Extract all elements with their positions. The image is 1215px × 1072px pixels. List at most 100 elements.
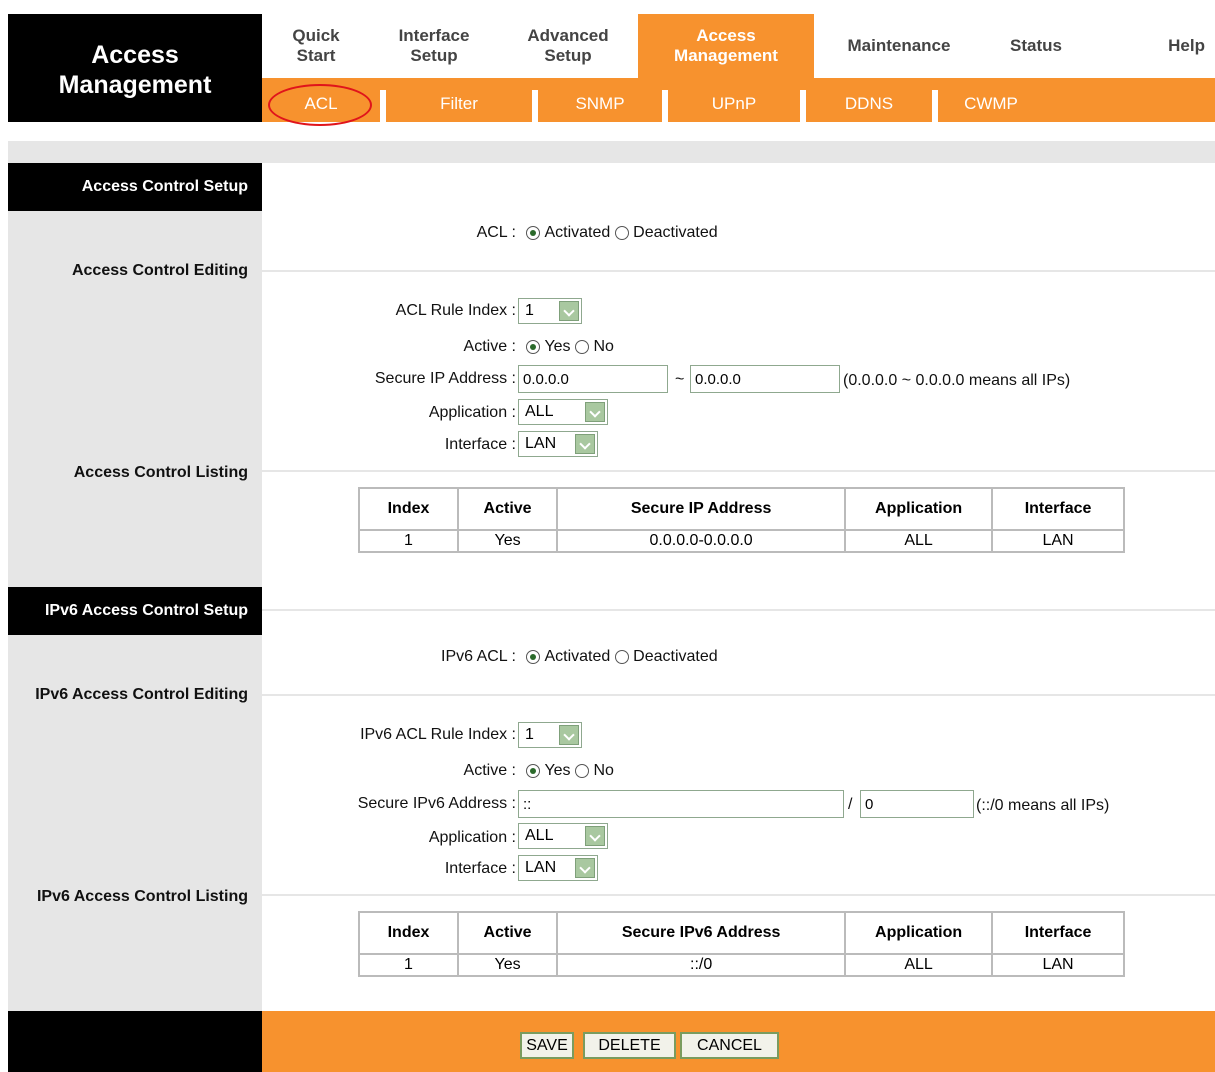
menu-advanced-setup[interactable]: Advanced Setup: [498, 14, 638, 78]
tab-cwmp[interactable]: CWMP: [938, 86, 1044, 122]
menu-quick-start[interactable]: Quick Start: [262, 14, 370, 78]
ipv6-prefix-length-input[interactable]: [860, 790, 974, 818]
menu-help[interactable]: Help: [1088, 14, 1215, 78]
page-title: Access Management: [8, 40, 262, 100]
label-ipv6-access-control-editing: IPv6 Access Control Editing: [35, 686, 248, 703]
table-cell: 1: [359, 954, 458, 976]
chevron-down-icon: [575, 434, 595, 454]
select-value: ALL: [525, 827, 554, 844]
secure-ip-start-input[interactable]: [518, 365, 668, 393]
menu-label: Quick: [292, 26, 340, 45]
menu-maintenance[interactable]: Maintenance: [814, 14, 984, 78]
ipv6-active-no-radio[interactable]: [575, 764, 590, 778]
tab-acl[interactable]: ACL: [262, 86, 380, 122]
table-cell: ALL: [845, 530, 993, 552]
page-title-line1: Access: [91, 41, 179, 69]
table-cell: 0.0.0.0-0.0.0.0: [557, 530, 846, 552]
secure-ipv6-hint: (::/0 means all IPs): [976, 797, 1110, 814]
menu-label: Advanced: [527, 26, 609, 45]
page-header-title-block: Access Management: [8, 14, 262, 122]
secure-ip-end-input[interactable]: [690, 365, 840, 393]
sub-menu: ACL Filter SNMP UPnP DDNS CWMP: [262, 78, 1215, 122]
radio-label: Yes: [544, 762, 571, 779]
menu-label: Access: [696, 26, 756, 45]
delete-button[interactable]: DELETE: [583, 1032, 676, 1059]
acl-active-group: Yes No: [526, 338, 614, 356]
save-button[interactable]: SAVE: [520, 1032, 574, 1059]
menu-interface-setup[interactable]: Interface Setup: [370, 14, 498, 78]
column-header: Index: [359, 912, 458, 954]
secure-ip-hint: (0.0.0.0 ~ 0.0.0.0 means all IPs): [843, 372, 1071, 389]
menu-label: Maintenance: [847, 36, 951, 55]
select-value: 1: [525, 302, 534, 319]
ipv6-active-label: Active :: [463, 762, 516, 779]
tab-label: CWMP: [964, 94, 1018, 113]
acl-label: ACL :: [476, 224, 516, 241]
chevron-down-icon: [585, 402, 605, 422]
acl-activated-radio[interactable]: [526, 226, 540, 240]
ipv6-rule-index-select[interactable]: 1: [518, 722, 582, 748]
acl-rule-index-select[interactable]: 1: [518, 298, 582, 324]
menu-access-management[interactable]: Access Management: [638, 14, 814, 78]
column-header: Application: [845, 912, 993, 954]
ipv6-application-select[interactable]: ALL: [518, 823, 608, 849]
cancel-button[interactable]: CANCEL: [680, 1032, 779, 1059]
divider: [262, 894, 1215, 896]
prefix-separator: /: [848, 796, 853, 813]
ipv6-acl-deactivated-radio[interactable]: [614, 650, 629, 664]
ipv6-acl-list-table: Index Active Secure IPv6 Address Applica…: [358, 911, 1125, 977]
tab-label: ACL: [304, 94, 338, 113]
tab-upnp[interactable]: UPnP: [668, 86, 800, 122]
table-cell: ::/0: [557, 954, 846, 976]
menu-label: Setup: [544, 46, 592, 65]
tab-label: Filter: [440, 94, 478, 113]
acl-interface-select[interactable]: LAN: [518, 431, 598, 457]
chevron-down-icon: [559, 725, 579, 745]
chevron-down-icon: [559, 301, 579, 321]
table-row: 1 Yes 0.0.0.0-0.0.0.0 ALL LAN: [359, 530, 1124, 552]
tab-snmp[interactable]: SNMP: [538, 86, 662, 122]
menu-label: Management: [674, 46, 778, 65]
ipv6-acl-status-group: Activated Deactivated: [526, 648, 718, 666]
select-value: LAN: [525, 435, 557, 452]
table-header-row: Index Active Secure IPv6 Address Applica…: [359, 912, 1124, 954]
acl-deactivated-radio[interactable]: [614, 226, 629, 240]
radio-label: No: [593, 338, 614, 355]
acl-interface-label: Interface :: [444, 436, 516, 453]
table-cell: Yes: [458, 530, 558, 552]
table-cell: LAN: [992, 954, 1124, 976]
menu-status[interactable]: Status: [984, 14, 1088, 78]
label-access-control-editing: Access Control Editing: [71, 262, 248, 279]
radio-label: Deactivated: [633, 648, 718, 665]
tab-label: UPnP: [711, 94, 757, 113]
range-separator: ~: [675, 371, 685, 388]
radio-label: Activated: [544, 648, 611, 665]
select-value: LAN: [525, 859, 557, 876]
column-header: Secure IP Address: [557, 488, 846, 530]
table-cell: ALL: [845, 954, 993, 976]
column-header: Active: [458, 488, 558, 530]
select-value: 1: [525, 726, 534, 743]
secure-ipv6-address-input[interactable]: [518, 790, 844, 818]
acl-status-group: Activated Deactivated: [526, 224, 718, 242]
column-header: Active: [458, 912, 558, 954]
page-title-line2: Management: [58, 71, 212, 99]
label-access-control-listing: Access Control Listing: [73, 464, 248, 481]
acl-application-select[interactable]: ALL: [518, 399, 608, 425]
acl-active-no-radio[interactable]: [575, 340, 590, 354]
menu-label: Setup: [410, 46, 458, 65]
radio-label: Deactivated: [633, 224, 718, 241]
ipv6-interface-select[interactable]: LAN: [518, 855, 598, 881]
acl-active-yes-radio[interactable]: [526, 340, 540, 354]
tab-ddns[interactable]: DDNS: [806, 86, 932, 122]
ipv6-acl-activated-radio[interactable]: [526, 650, 540, 664]
select-value: ALL: [525, 403, 554, 420]
chevron-down-icon: [585, 826, 605, 846]
ipv6-active-yes-radio[interactable]: [526, 764, 540, 778]
tab-filter[interactable]: Filter: [386, 86, 532, 122]
section-header-access-control: Access Control Setup: [8, 163, 262, 211]
secure-ip-label: Secure IP Address :: [374, 370, 516, 387]
divider: [262, 694, 1215, 696]
column-header: Interface: [992, 488, 1124, 530]
radio-label: Yes: [544, 338, 571, 355]
